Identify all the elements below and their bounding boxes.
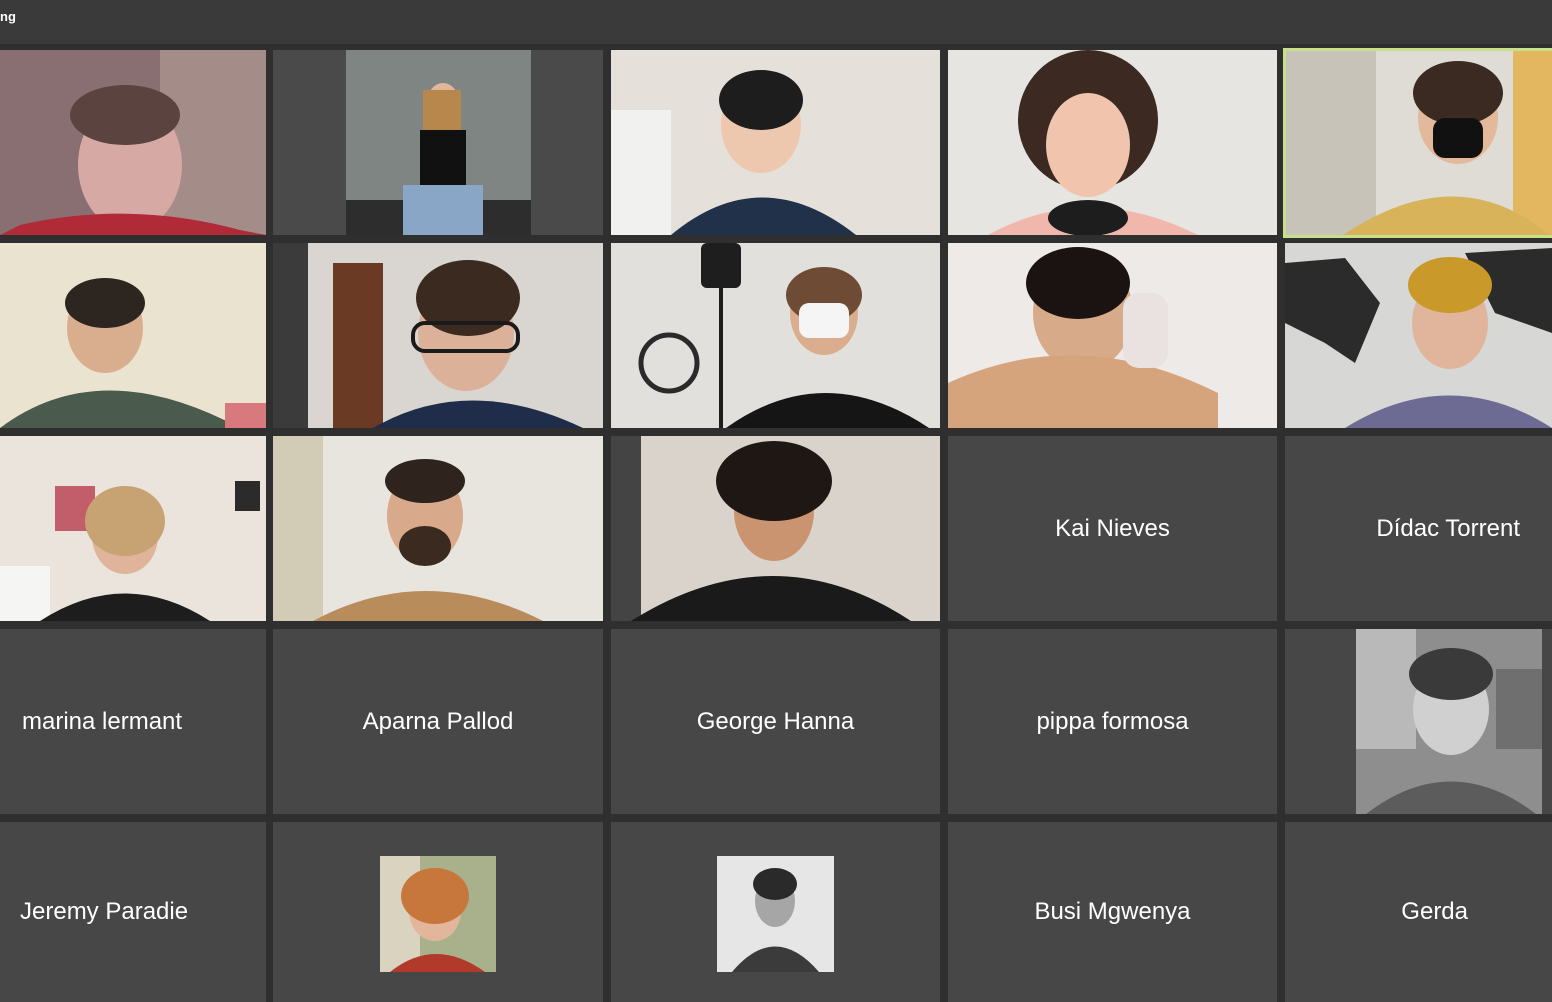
participant-name: pippa formosa — [1036, 707, 1189, 735]
avatar — [380, 856, 496, 972]
participant-tile[interactable] — [1285, 629, 1552, 814]
participant-video — [0, 436, 266, 621]
participant-tile[interactable]: marina lermant — [0, 629, 266, 814]
participant-tile[interactable]: Aparna Pallod — [273, 629, 603, 814]
window-title: ng — [0, 9, 16, 24]
participant-name: Kai Nieves — [1055, 514, 1170, 542]
participant-name: George Hanna — [696, 707, 855, 735]
participant-tile-video[interactable] — [611, 243, 940, 428]
participant-tile[interactable]: Jeremy Paradie — [0, 822, 266, 1002]
participant-video — [1286, 51, 1552, 235]
participant-name: Gerda — [1401, 898, 1468, 925]
participant-video — [948, 50, 1277, 235]
avatar — [717, 856, 834, 972]
participant-video — [611, 243, 940, 428]
participant-video — [273, 243, 603, 428]
participant-name: Jeremy Paradie — [20, 898, 189, 925]
participant-tile-video[interactable] — [273, 243, 603, 428]
participant-tile-video[interactable] — [0, 50, 266, 235]
participant-video — [1285, 243, 1552, 428]
participant-tile[interactable]: Gerda — [1285, 822, 1552, 1002]
participant-tile[interactable]: Kai Nieves — [948, 436, 1277, 621]
avatar — [1356, 629, 1542, 814]
participant-name: Dídac Torrent — [1376, 514, 1520, 542]
participant-name: marina lermant — [22, 707, 183, 735]
participant-video — [273, 50, 603, 235]
participant-tile-video[interactable] — [273, 50, 603, 235]
participant-video — [611, 50, 940, 235]
participant-video — [273, 436, 603, 621]
window-titlebar: ng — [0, 0, 1552, 44]
participant-tile-video[interactable] — [948, 50, 1277, 235]
participant-video — [948, 243, 1277, 428]
participant-tile[interactable]: George Hanna — [611, 629, 940, 814]
participant-tile[interactable] — [611, 822, 940, 1002]
participant-tile-video[interactable] — [273, 436, 603, 621]
participant-name: Busi Mgwenya — [1034, 898, 1191, 925]
participant-tile-video[interactable] — [948, 243, 1277, 428]
participant-tile-video[interactable] — [0, 243, 266, 428]
participant-tile[interactable] — [273, 822, 603, 1002]
participant-tile-video-active[interactable] — [1283, 48, 1552, 238]
participant-tile-video[interactable] — [1285, 243, 1552, 428]
participant-name: Aparna Pallod — [362, 707, 514, 735]
participant-video — [611, 436, 940, 621]
participant-tile[interactable]: pippa formosa — [948, 629, 1277, 814]
participant-tile-video[interactable] — [611, 50, 940, 235]
participant-tile-video[interactable] — [0, 436, 266, 621]
participant-tile[interactable]: Dídac Torrent — [1285, 436, 1552, 621]
participant-tile[interactable]: Busi Mgwenya — [948, 822, 1277, 1002]
participant-video — [0, 50, 266, 235]
participant-tile-video[interactable] — [611, 436, 940, 621]
participant-video — [0, 243, 266, 428]
